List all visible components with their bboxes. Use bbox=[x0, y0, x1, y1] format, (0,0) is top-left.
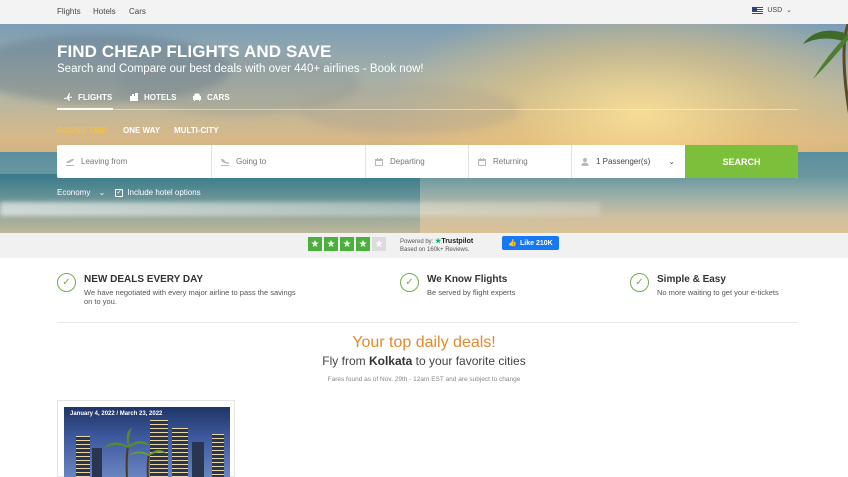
palm-tree-image bbox=[803, 24, 848, 114]
trustpilot-powered: Powered by: ★Trustpilot bbox=[400, 237, 473, 245]
feature-new-deals: ✓ NEW DEALS EVERY DAY We have negotiated… bbox=[57, 273, 317, 307]
deal-city-image: January 4, 2022 / March 23, 2022 bbox=[64, 407, 230, 477]
feature-text: No more waiting to get your e-tickets bbox=[657, 288, 779, 297]
star-icon: ★ bbox=[308, 237, 322, 251]
section-divider bbox=[57, 322, 798, 323]
search-extras: Economy ⌄ ✓ Include hotel options bbox=[57, 188, 201, 197]
feature-text: We have negotiated with every major airl… bbox=[84, 288, 296, 307]
going-to-placeholder: Going to bbox=[236, 157, 267, 166]
trip-multi-city[interactable]: MULTI-CITY bbox=[174, 126, 219, 135]
tab-cars-label: CARS bbox=[207, 92, 230, 102]
passengers-selector[interactable]: 1 Passenger(s) ⌄ bbox=[572, 145, 685, 178]
star-icon: ★ bbox=[356, 237, 370, 251]
trip-one-way[interactable]: ONE WAY bbox=[123, 126, 160, 135]
top-nav: Flights Hotels Cars USD ⌄ bbox=[0, 0, 848, 24]
hero-banner: FIND CHEAP FLIGHTS AND SAVE Search and C… bbox=[0, 24, 848, 233]
trustpilot-rating: ★ ★ ★ ★ ★ bbox=[308, 237, 386, 251]
tab-cars[interactable]: CARS bbox=[192, 92, 230, 102]
leaving-from-placeholder: Leaving from bbox=[81, 157, 128, 166]
trip-round-trip[interactable]: ROUND TRIP bbox=[57, 126, 107, 135]
feature-title: We Know Flights bbox=[427, 274, 508, 285]
returning-placeholder: Returning bbox=[493, 157, 528, 166]
cabin-class-value: Economy bbox=[57, 188, 91, 197]
include-hotel-checkbox[interactable]: ✓ bbox=[115, 188, 124, 197]
check-circle-icon: ✓ bbox=[630, 273, 649, 292]
include-hotel-option[interactable]: ✓ Include hotel options bbox=[115, 188, 201, 197]
going-to-field[interactable]: Going to bbox=[212, 145, 366, 178]
departing-placeholder: Departing bbox=[390, 157, 425, 166]
powered-by-label: Powered by: bbox=[400, 239, 434, 245]
feature-text: Be served by flight experts bbox=[427, 288, 516, 297]
feature-simple-easy: ✓ Simple & Easy No more waiting to get y… bbox=[630, 273, 830, 297]
tab-hotels-label: HOTELS bbox=[144, 92, 177, 102]
chevron-down-icon: ⌄ bbox=[668, 157, 675, 166]
plane-icon bbox=[64, 93, 72, 101]
tab-flights-label: FLIGHTS bbox=[78, 92, 113, 102]
deals-sub-prefix: Fly from bbox=[322, 354, 366, 368]
cabin-class-select[interactable]: Economy ⌄ bbox=[57, 188, 105, 197]
feature-title: NEW DEALS EVERY DAY bbox=[84, 274, 204, 285]
thumbs-up-icon: 👍 bbox=[508, 240, 518, 247]
landing-icon bbox=[221, 158, 230, 166]
facebook-like-button[interactable]: 👍 Like 210K bbox=[502, 236, 559, 250]
search-button[interactable]: SEARCH bbox=[685, 145, 798, 178]
leaving-from-field[interactable]: Leaving from bbox=[57, 145, 212, 178]
star-icon: ★ bbox=[324, 237, 338, 251]
product-tabs: FLIGHTS HOTELS CARS bbox=[57, 90, 798, 110]
us-flag-icon bbox=[752, 6, 764, 14]
active-tab-indicator bbox=[57, 108, 113, 110]
currency-selector[interactable]: USD ⌄ bbox=[752, 6, 792, 14]
hero-subtitle: Search and Compare our best deals with o… bbox=[57, 63, 424, 75]
departing-date-field[interactable]: Departing bbox=[366, 145, 469, 178]
hotel-icon bbox=[130, 93, 138, 101]
calendar-icon bbox=[375, 157, 383, 166]
calendar-icon bbox=[478, 157, 486, 166]
star-icon: ★ bbox=[340, 237, 354, 251]
chevron-down-icon: ⌄ bbox=[98, 188, 106, 197]
deals-sub-suffix: to your favorite cities bbox=[415, 354, 526, 368]
facebook-like-count: Like 210K bbox=[520, 239, 553, 247]
trust-bar: ★ ★ ★ ★ ★ Powered by: ★Trustpilot Based … bbox=[0, 233, 848, 258]
nav-hotels-link[interactable]: Hotels bbox=[93, 7, 116, 16]
trustpilot-brand: Trustpilot bbox=[441, 238, 474, 245]
tab-hotels[interactable]: HOTELS bbox=[129, 92, 176, 102]
takeoff-icon bbox=[66, 158, 74, 166]
trustpilot-logo[interactable]: ★Trustpilot bbox=[435, 238, 473, 245]
chevron-down-icon: ⌄ bbox=[786, 7, 792, 14]
tab-flights[interactable]: FLIGHTS bbox=[63, 92, 112, 102]
include-hotel-label: Include hotel options bbox=[127, 188, 201, 197]
flight-search-bar: Leaving from Going to Departing Returnin… bbox=[57, 145, 798, 178]
deals-subtitle: Fly from Kolkata to your favorite cities bbox=[0, 354, 848, 368]
check-circle-icon: ✓ bbox=[400, 273, 419, 292]
nav-flights-link[interactable]: Flights bbox=[57, 7, 81, 16]
check-circle-icon: ✓ bbox=[57, 273, 76, 292]
feature-title: Simple & Easy bbox=[657, 274, 726, 285]
trustpilot-reviews: Based on 160k+ Reviews. bbox=[400, 247, 470, 253]
passengers-value: 1 Passenger(s) bbox=[596, 157, 651, 166]
nav-cars-link[interactable]: Cars bbox=[129, 7, 146, 16]
person-icon bbox=[581, 157, 589, 166]
hero-title: FIND CHEAP FLIGHTS AND SAVE bbox=[57, 42, 332, 61]
star-empty-icon: ★ bbox=[372, 237, 386, 251]
feature-we-know-flights: ✓ We Know Flights Be served by flight ex… bbox=[400, 273, 600, 297]
currency-label: USD bbox=[767, 6, 783, 14]
deal-card[interactable]: January 4, 2022 / March 23, 2022 bbox=[57, 400, 235, 477]
car-icon bbox=[193, 93, 201, 101]
origin-city: Kolkata bbox=[368, 354, 413, 368]
deals-title: Your top daily deals! bbox=[352, 334, 496, 351]
deal-dates: January 4, 2022 / March 23, 2022 bbox=[70, 411, 163, 417]
deals-disclaimer: Fares found as of Nov. 29th - 12am EST a… bbox=[327, 376, 521, 383]
returning-date-field[interactable]: Returning bbox=[469, 145, 572, 178]
